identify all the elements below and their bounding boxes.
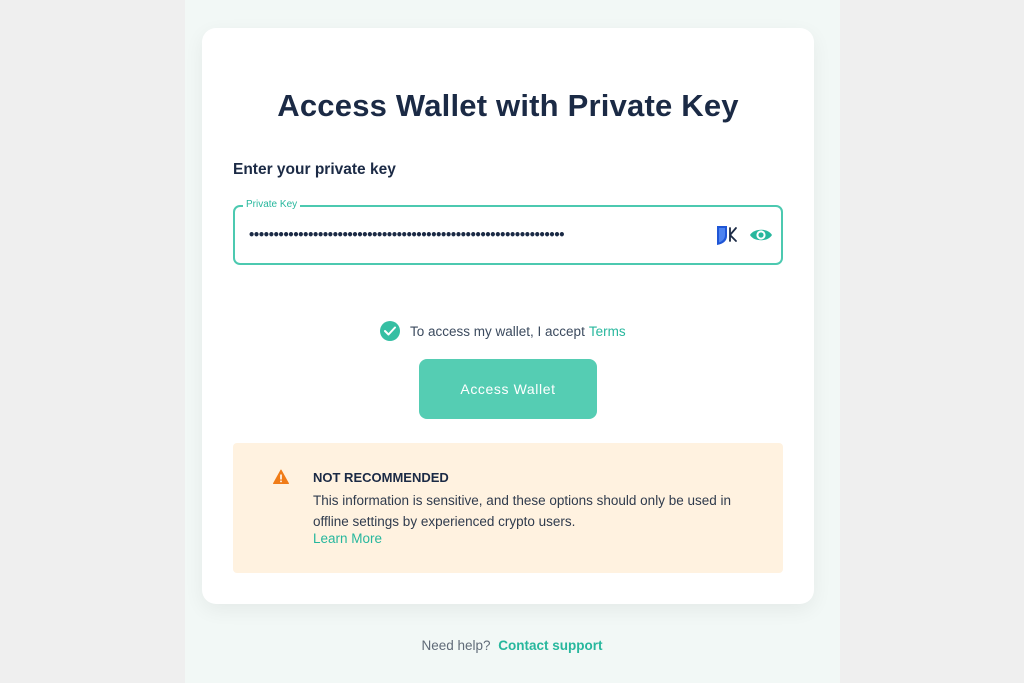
- private-key-field[interactable]: Private Key: [233, 199, 783, 265]
- terms-link[interactable]: Terms: [589, 324, 626, 339]
- warning-title: NOT RECOMMENDED: [313, 470, 449, 485]
- eye-icon[interactable]: [749, 225, 773, 245]
- page-title: Access Wallet with Private Key: [277, 88, 739, 123]
- access-wallet-button[interactable]: Access Wallet: [419, 359, 597, 419]
- learn-more-link[interactable]: Learn More: [313, 531, 382, 546]
- checkmark-icon: [384, 326, 396, 336]
- private-key-label: Private Key: [243, 199, 301, 210]
- private-key-subheading: Enter your private key: [233, 161, 396, 178]
- terms-checkbox[interactable]: [380, 321, 400, 341]
- warning-box: NOT RECOMMENDED This information is sens…: [233, 443, 783, 573]
- contact-support-link[interactable]: Contact support: [498, 638, 602, 653]
- help-text: Need help?: [421, 638, 491, 653]
- help-row: Need help? Contact support: [0, 638, 1024, 653]
- warning-icon: [273, 469, 289, 484]
- terms-text: To access my wallet, I accept: [410, 323, 585, 339]
- private-key-input[interactable]: [248, 224, 688, 246]
- terms-row: To access my wallet, I accept Terms: [380, 320, 626, 342]
- access-wallet-card: Access Wallet with Private Key Enter you…: [202, 28, 814, 604]
- keybase-icon[interactable]: [715, 223, 741, 247]
- warning-text: This information is sensitive, and these…: [313, 493, 731, 529]
